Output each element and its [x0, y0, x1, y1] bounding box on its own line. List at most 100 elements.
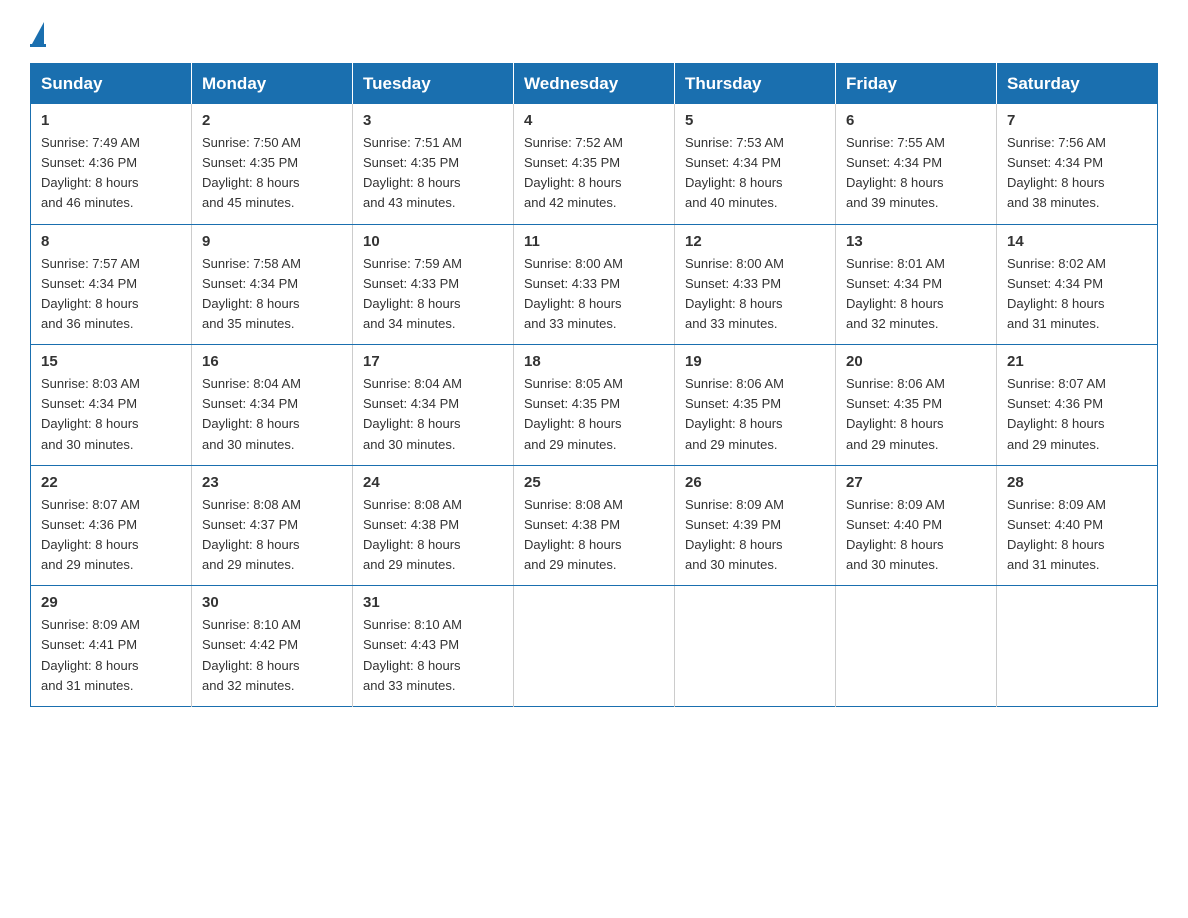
- day-info: Sunrise: 7:52 AM Sunset: 4:35 PM Dayligh…: [524, 133, 664, 214]
- day-info: Sunrise: 7:50 AM Sunset: 4:35 PM Dayligh…: [202, 133, 342, 214]
- calendar-cell: 2 Sunrise: 7:50 AM Sunset: 4:35 PM Dayli…: [192, 104, 353, 224]
- day-number: 30: [202, 594, 342, 611]
- day-of-week-header: Saturday: [997, 64, 1158, 105]
- day-number: 19: [685, 353, 825, 370]
- calendar-cell: [514, 586, 675, 707]
- day-number: 13: [846, 233, 986, 250]
- day-number: 26: [685, 474, 825, 491]
- day-number: 23: [202, 474, 342, 491]
- day-info: Sunrise: 8:08 AM Sunset: 4:37 PM Dayligh…: [202, 495, 342, 576]
- logo-triangle-icon: [32, 22, 44, 44]
- day-number: 24: [363, 474, 503, 491]
- day-number: 22: [41, 474, 181, 491]
- day-number: 11: [524, 233, 664, 250]
- day-info: Sunrise: 8:09 AM Sunset: 4:41 PM Dayligh…: [41, 615, 181, 696]
- day-number: 7: [1007, 112, 1147, 129]
- calendar-week-row: 22 Sunrise: 8:07 AM Sunset: 4:36 PM Dayl…: [31, 465, 1158, 586]
- day-info: Sunrise: 7:57 AM Sunset: 4:34 PM Dayligh…: [41, 254, 181, 335]
- day-number: 18: [524, 353, 664, 370]
- day-info: Sunrise: 8:08 AM Sunset: 4:38 PM Dayligh…: [524, 495, 664, 576]
- calendar-cell: 12 Sunrise: 8:00 AM Sunset: 4:33 PM Dayl…: [675, 224, 836, 345]
- calendar-cell: 1 Sunrise: 7:49 AM Sunset: 4:36 PM Dayli…: [31, 104, 192, 224]
- day-info: Sunrise: 8:09 AM Sunset: 4:40 PM Dayligh…: [846, 495, 986, 576]
- day-of-week-header: Wednesday: [514, 64, 675, 105]
- day-of-week-header: Monday: [192, 64, 353, 105]
- calendar-week-row: 1 Sunrise: 7:49 AM Sunset: 4:36 PM Dayli…: [31, 104, 1158, 224]
- day-of-week-header: Friday: [836, 64, 997, 105]
- calendar-cell: 7 Sunrise: 7:56 AM Sunset: 4:34 PM Dayli…: [997, 104, 1158, 224]
- day-info: Sunrise: 8:09 AM Sunset: 4:40 PM Dayligh…: [1007, 495, 1147, 576]
- day-info: Sunrise: 8:08 AM Sunset: 4:38 PM Dayligh…: [363, 495, 503, 576]
- day-info: Sunrise: 7:55 AM Sunset: 4:34 PM Dayligh…: [846, 133, 986, 214]
- day-info: Sunrise: 8:10 AM Sunset: 4:42 PM Dayligh…: [202, 615, 342, 696]
- day-number: 29: [41, 594, 181, 611]
- day-number: 5: [685, 112, 825, 129]
- calendar-cell: 14 Sunrise: 8:02 AM Sunset: 4:34 PM Dayl…: [997, 224, 1158, 345]
- calendar-cell: [675, 586, 836, 707]
- day-info: Sunrise: 8:09 AM Sunset: 4:39 PM Dayligh…: [685, 495, 825, 576]
- calendar-cell: 30 Sunrise: 8:10 AM Sunset: 4:42 PM Dayl…: [192, 586, 353, 707]
- calendar-cell: 28 Sunrise: 8:09 AM Sunset: 4:40 PM Dayl…: [997, 465, 1158, 586]
- day-number: 9: [202, 233, 342, 250]
- day-number: 1: [41, 112, 181, 129]
- calendar-cell: 20 Sunrise: 8:06 AM Sunset: 4:35 PM Dayl…: [836, 345, 997, 466]
- calendar-cell: 9 Sunrise: 7:58 AM Sunset: 4:34 PM Dayli…: [192, 224, 353, 345]
- calendar-cell: 29 Sunrise: 8:09 AM Sunset: 4:41 PM Dayl…: [31, 586, 192, 707]
- calendar-cell: 3 Sunrise: 7:51 AM Sunset: 4:35 PM Dayli…: [353, 104, 514, 224]
- day-info: Sunrise: 8:07 AM Sunset: 4:36 PM Dayligh…: [1007, 374, 1147, 455]
- logo-underline: [30, 44, 46, 47]
- calendar-cell: 17 Sunrise: 8:04 AM Sunset: 4:34 PM Dayl…: [353, 345, 514, 466]
- calendar-cell: 27 Sunrise: 8:09 AM Sunset: 4:40 PM Dayl…: [836, 465, 997, 586]
- calendar-cell: [997, 586, 1158, 707]
- day-info: Sunrise: 7:53 AM Sunset: 4:34 PM Dayligh…: [685, 133, 825, 214]
- day-of-week-header: Tuesday: [353, 64, 514, 105]
- calendar-cell: 13 Sunrise: 8:01 AM Sunset: 4:34 PM Dayl…: [836, 224, 997, 345]
- day-number: 10: [363, 233, 503, 250]
- day-info: Sunrise: 8:04 AM Sunset: 4:34 PM Dayligh…: [363, 374, 503, 455]
- day-number: 16: [202, 353, 342, 370]
- day-info: Sunrise: 8:10 AM Sunset: 4:43 PM Dayligh…: [363, 615, 503, 696]
- calendar-cell: 16 Sunrise: 8:04 AM Sunset: 4:34 PM Dayl…: [192, 345, 353, 466]
- calendar-header-row: SundayMondayTuesdayWednesdayThursdayFrid…: [31, 64, 1158, 105]
- day-of-week-header: Thursday: [675, 64, 836, 105]
- day-info: Sunrise: 8:06 AM Sunset: 4:35 PM Dayligh…: [846, 374, 986, 455]
- day-info: Sunrise: 8:02 AM Sunset: 4:34 PM Dayligh…: [1007, 254, 1147, 335]
- day-info: Sunrise: 8:03 AM Sunset: 4:34 PM Dayligh…: [41, 374, 181, 455]
- day-info: Sunrise: 7:51 AM Sunset: 4:35 PM Dayligh…: [363, 133, 503, 214]
- day-info: Sunrise: 8:06 AM Sunset: 4:35 PM Dayligh…: [685, 374, 825, 455]
- day-number: 20: [846, 353, 986, 370]
- day-info: Sunrise: 7:56 AM Sunset: 4:34 PM Dayligh…: [1007, 133, 1147, 214]
- calendar-cell: 31 Sunrise: 8:10 AM Sunset: 4:43 PM Dayl…: [353, 586, 514, 707]
- header: [30, 20, 1158, 47]
- day-info: Sunrise: 8:04 AM Sunset: 4:34 PM Dayligh…: [202, 374, 342, 455]
- calendar-week-row: 8 Sunrise: 7:57 AM Sunset: 4:34 PM Dayli…: [31, 224, 1158, 345]
- day-number: 12: [685, 233, 825, 250]
- day-info: Sunrise: 7:58 AM Sunset: 4:34 PM Dayligh…: [202, 254, 342, 335]
- day-number: 31: [363, 594, 503, 611]
- day-number: 2: [202, 112, 342, 129]
- day-number: 3: [363, 112, 503, 129]
- calendar-cell: 5 Sunrise: 7:53 AM Sunset: 4:34 PM Dayli…: [675, 104, 836, 224]
- day-info: Sunrise: 8:00 AM Sunset: 4:33 PM Dayligh…: [524, 254, 664, 335]
- day-info: Sunrise: 7:59 AM Sunset: 4:33 PM Dayligh…: [363, 254, 503, 335]
- day-number: 14: [1007, 233, 1147, 250]
- calendar-table: SundayMondayTuesdayWednesdayThursdayFrid…: [30, 63, 1158, 707]
- day-number: 6: [846, 112, 986, 129]
- calendar-cell: 19 Sunrise: 8:06 AM Sunset: 4:35 PM Dayl…: [675, 345, 836, 466]
- calendar-cell: 4 Sunrise: 7:52 AM Sunset: 4:35 PM Dayli…: [514, 104, 675, 224]
- calendar-week-row: 15 Sunrise: 8:03 AM Sunset: 4:34 PM Dayl…: [31, 345, 1158, 466]
- day-number: 17: [363, 353, 503, 370]
- day-number: 15: [41, 353, 181, 370]
- day-number: 28: [1007, 474, 1147, 491]
- day-of-week-header: Sunday: [31, 64, 192, 105]
- calendar-cell: 8 Sunrise: 7:57 AM Sunset: 4:34 PM Dayli…: [31, 224, 192, 345]
- calendar-cell: 21 Sunrise: 8:07 AM Sunset: 4:36 PM Dayl…: [997, 345, 1158, 466]
- day-info: Sunrise: 8:00 AM Sunset: 4:33 PM Dayligh…: [685, 254, 825, 335]
- calendar-cell: 11 Sunrise: 8:00 AM Sunset: 4:33 PM Dayl…: [514, 224, 675, 345]
- calendar-cell: 23 Sunrise: 8:08 AM Sunset: 4:37 PM Dayl…: [192, 465, 353, 586]
- day-number: 27: [846, 474, 986, 491]
- day-info: Sunrise: 7:49 AM Sunset: 4:36 PM Dayligh…: [41, 133, 181, 214]
- day-number: 8: [41, 233, 181, 250]
- calendar-cell: 24 Sunrise: 8:08 AM Sunset: 4:38 PM Dayl…: [353, 465, 514, 586]
- calendar-cell: 15 Sunrise: 8:03 AM Sunset: 4:34 PM Dayl…: [31, 345, 192, 466]
